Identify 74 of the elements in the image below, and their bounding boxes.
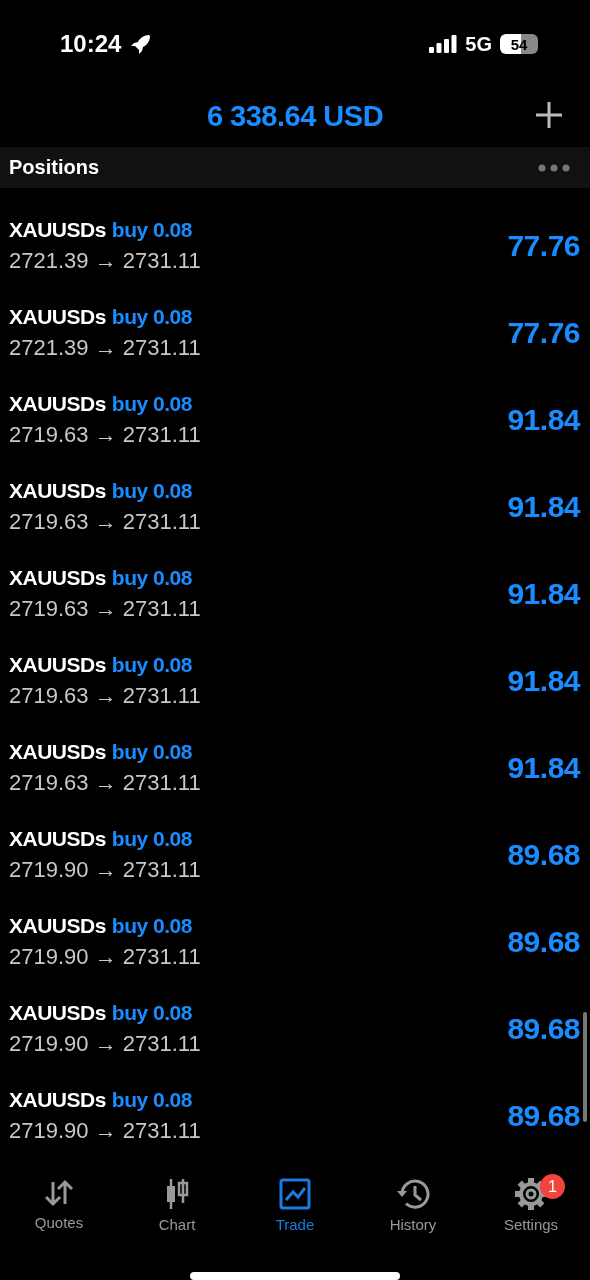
- symbol-label: XAUUSDs: [9, 1087, 106, 1112]
- symbol-label: XAUUSDs: [9, 565, 106, 590]
- position-row[interactable]: XAUUSDs buy 0.08 2719.63 → 2731.11 91.84: [0, 376, 590, 463]
- profit-value: 77.76: [507, 315, 580, 350]
- position-row[interactable]: XAUUSDs buy 0.08 2719.90 → 2731.11 89.68: [0, 898, 590, 985]
- arrows-icon: [43, 1178, 75, 1208]
- symbol-label: XAUUSDs: [9, 652, 106, 677]
- candlestick-icon: [164, 1178, 190, 1210]
- price-range: 2719.63 → 2731.11: [9, 421, 201, 448]
- price-range: 2719.63 → 2731.11: [9, 508, 201, 535]
- position-row[interactable]: XAUUSDs buy 0.08 2721.39 → 2731.11 77.76: [0, 289, 590, 376]
- profit-value: 89.68: [507, 1011, 580, 1046]
- price-range: 2719.63 → 2731.11: [9, 595, 201, 622]
- profit-value: 91.84: [507, 402, 580, 437]
- price-range: 2719.90 → 2731.11: [9, 943, 201, 970]
- history-icon: [396, 1178, 430, 1210]
- order-label: buy 0.08: [111, 304, 192, 329]
- price-range: 2719.90 → 2731.11: [9, 1117, 201, 1144]
- position-row[interactable]: XAUUSDs buy 0.08 2719.63 → 2731.11 91.84: [0, 550, 590, 637]
- order-label: buy 0.08: [111, 652, 192, 677]
- profit-value: 89.68: [507, 924, 580, 959]
- section-title: Positions: [9, 156, 99, 179]
- profit-value: 91.84: [507, 663, 580, 698]
- position-row[interactable]: XAUUSDs buy 0.08 2719.90 → 2731.11 89.68: [0, 985, 590, 1072]
- price-range: 2719.63 → 2731.11: [9, 682, 201, 709]
- profit-value: 91.84: [507, 576, 580, 611]
- profit-value: 89.68: [507, 1098, 580, 1133]
- tab-item[interactable]: History: [363, 1170, 463, 1260]
- order-label: buy 0.08: [111, 739, 192, 764]
- symbol-label: XAUUSDs: [9, 391, 106, 416]
- tab-item[interactable]: Quotes: [9, 1170, 109, 1260]
- symbol-label: XAUUSDs: [9, 913, 106, 938]
- tab-item[interactable]: Trade: [245, 1170, 345, 1260]
- more-icon[interactable]: [538, 163, 570, 172]
- order-label: buy 0.08: [111, 1000, 192, 1025]
- line-chart-icon: [279, 1178, 311, 1210]
- price-range: 2719.90 → 2731.11: [9, 856, 201, 883]
- notification-badge: 1: [540, 1174, 565, 1199]
- order-label: buy 0.08: [111, 391, 192, 416]
- order-label: buy 0.08: [111, 217, 192, 242]
- tab-item[interactable]: Settings 1: [481, 1170, 581, 1260]
- position-row[interactable]: XAUUSDs buy 0.08 2719.63 → 2731.11 91.84: [0, 463, 590, 550]
- tab-item[interactable]: Chart: [127, 1170, 227, 1260]
- rocket-icon: [129, 33, 152, 55]
- price-range: 2721.39 → 2731.11: [9, 334, 201, 361]
- battery-indicator: 54: [500, 34, 538, 54]
- price-range: 2719.63 → 2731.11: [9, 769, 201, 796]
- account-balance: 6 338.64 USD: [206, 99, 384, 133]
- order-label: buy 0.08: [111, 913, 192, 938]
- profit-value: 91.84: [507, 750, 580, 785]
- network-label: 5G: [465, 32, 492, 56]
- order-label: buy 0.08: [111, 565, 192, 590]
- symbol-label: XAUUSDs: [9, 217, 106, 242]
- symbol-label: XAUUSDs: [9, 826, 106, 851]
- signal-icon: [429, 35, 458, 53]
- status-time: 10:24: [60, 30, 122, 58]
- symbol-label: XAUUSDs: [9, 1000, 106, 1025]
- plus-icon[interactable]: [534, 100, 564, 130]
- order-label: buy 0.08: [111, 478, 192, 503]
- order-label: buy 0.08: [111, 826, 192, 851]
- symbol-label: XAUUSDs: [9, 739, 106, 764]
- position-row[interactable]: XAUUSDs buy 0.08 2719.90 → 2731.11 89.68: [0, 811, 590, 898]
- position-row[interactable]: XAUUSDs buy 0.08 2719.63 → 2731.11 91.84: [0, 637, 590, 724]
- price-range: 2719.90 → 2731.11: [9, 1030, 201, 1057]
- order-label: buy 0.08: [111, 1087, 192, 1112]
- position-row[interactable]: XAUUSDs buy 0.08 2721.39 → 2731.11 77.76: [0, 202, 590, 289]
- symbol-label: XAUUSDs: [9, 478, 106, 503]
- position-row[interactable]: XAUUSDs buy 0.08 2719.90 → 2731.11 89.68: [0, 1072, 590, 1159]
- profit-value: 89.68: [507, 837, 580, 872]
- position-row[interactable]: XAUUSDs buy 0.08 2719.63 → 2731.11 91.84: [0, 724, 590, 811]
- symbol-label: XAUUSDs: [9, 304, 106, 329]
- price-range: 2721.39 → 2731.11: [9, 247, 201, 274]
- profit-value: 91.84: [507, 489, 580, 524]
- profit-value: 77.76: [507, 228, 580, 263]
